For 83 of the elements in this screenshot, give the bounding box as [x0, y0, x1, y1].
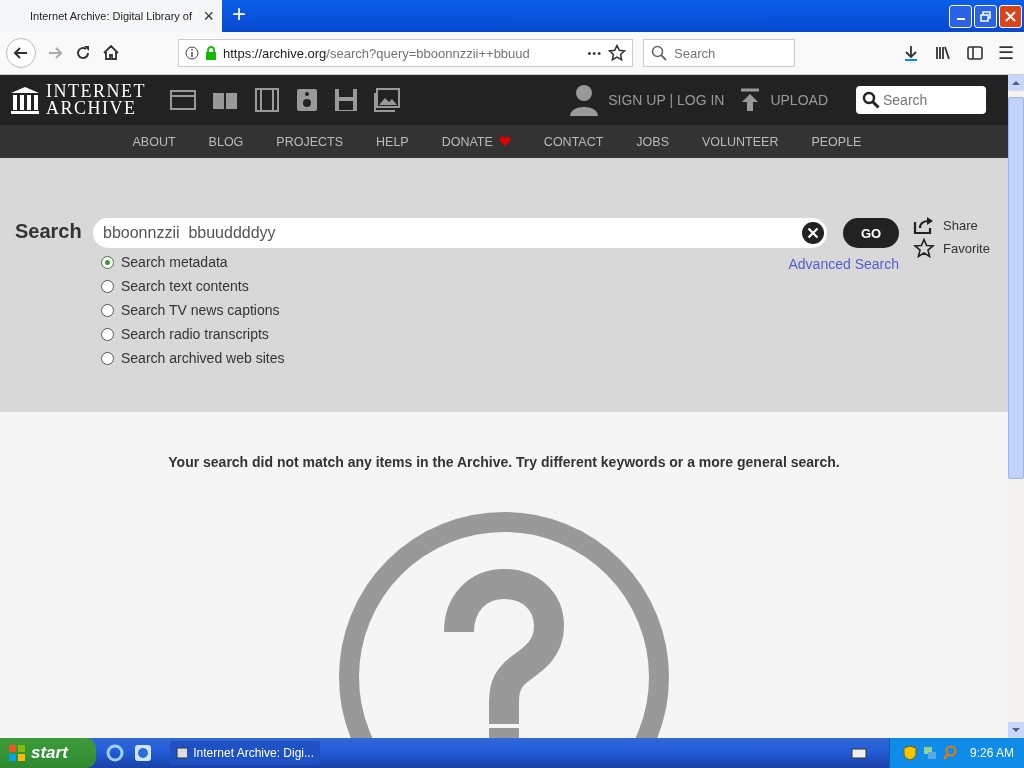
- window-icon: [176, 746, 188, 760]
- close-icon: [1005, 10, 1016, 22]
- library-icon[interactable]: [934, 44, 952, 62]
- sign-up-log-in-link[interactable]: SIGN UP | LOG IN: [608, 92, 725, 108]
- new-tab-button[interactable]: +: [222, 0, 256, 32]
- nav-link[interactable]: VOLUNTEER: [702, 134, 779, 149]
- query-field[interactable]: bboonnzzii bbuuddddyy: [93, 218, 827, 248]
- url-text: https://archive.org/search?query=bboonnzzii++bbuud: [223, 45, 531, 61]
- address-bar[interactable]: https://archive.org/search?query=bboonnzzii++bbuud •••: [178, 39, 633, 67]
- nav-link[interactable]: PEOPLE: [811, 134, 862, 149]
- tab-close-button[interactable]: ×: [203, 5, 214, 27]
- site-logo[interactable]: INTERNET ARCHIVE: [10, 83, 146, 117]
- nav-link[interactable]: DONATE: [441, 134, 493, 149]
- scroll-up-button[interactable]: [1008, 75, 1024, 91]
- option-label[interactable]: Search text contents: [121, 278, 249, 294]
- film-icon[interactable]: [254, 88, 280, 112]
- reload-icon[interactable]: [74, 44, 92, 62]
- taskbar-button[interactable]: Internet Archive: Digi...: [170, 741, 320, 765]
- option-label[interactable]: Search archived web sites: [121, 350, 285, 366]
- download-icon[interactable]: [902, 44, 920, 62]
- radio-button[interactable]: [101, 351, 114, 365]
- image-icon[interactable]: [374, 88, 400, 112]
- lock-icon: [205, 46, 217, 60]
- shield-icon[interactable]: [901, 745, 918, 761]
- home-icon[interactable]: [102, 44, 120, 62]
- site-search-field[interactable]: Search: [856, 86, 986, 114]
- search-heading: Search: [15, 220, 83, 243]
- option-label[interactable]: Search TV news captions: [121, 302, 280, 318]
- radio-button[interactable]: [101, 303, 114, 317]
- speaker-icon[interactable]: [296, 88, 318, 112]
- down-arrow-icon: [1012, 727, 1020, 733]
- share-link[interactable]: Share: [943, 217, 978, 233]
- nav-link[interactable]: CONTACT: [543, 134, 604, 149]
- temple-icon: [10, 85, 40, 115]
- search-icon: [651, 45, 667, 61]
- radio-button[interactable]: [101, 327, 114, 341]
- browser-search-field[interactable]: Search: [643, 39, 795, 67]
- minimize-icon: [956, 18, 965, 20]
- favorite-link[interactable]: Favorite: [943, 240, 990, 256]
- user-icon[interactable]: [570, 84, 599, 116]
- keyboard-icon[interactable]: [850, 747, 867, 759]
- tab-title: Internet Archive: Digital Library of: [30, 10, 194, 22]
- info-icon: [185, 46, 199, 60]
- advanced-search-link[interactable]: Advanced Search: [788, 256, 899, 366]
- close-button[interactable]: [999, 4, 1022, 28]
- upload-link[interactable]: UPLOAD: [770, 92, 828, 108]
- up-arrow-icon: [1012, 80, 1020, 86]
- radio-button[interactable]: [101, 279, 114, 293]
- star-icon[interactable]: [913, 238, 935, 258]
- logo-text: INTERNET: [46, 83, 146, 100]
- page-actions-button[interactable]: •••: [587, 47, 602, 59]
- back-button[interactable]: [6, 38, 36, 68]
- search-icon: [862, 91, 880, 109]
- browser-icon[interactable]: [106, 744, 124, 762]
- no-results-message: Your search did not match any items in the Archive. Try different keywords or a more general search.: [168, 454, 840, 470]
- start-button[interactable]: start: [0, 738, 96, 768]
- web-icon[interactable]: [170, 89, 196, 111]
- restore-icon: [980, 10, 991, 22]
- sidebar-icon[interactable]: [966, 44, 984, 62]
- scroll-down-button[interactable]: [1008, 722, 1024, 738]
- share-icon[interactable]: [913, 216, 935, 234]
- option-label[interactable]: Search metadata: [121, 254, 228, 270]
- nav-link[interactable]: ABOUT: [132, 134, 176, 149]
- windows-flag-icon: [8, 744, 26, 762]
- nav-link[interactable]: JOBS: [636, 134, 669, 149]
- browser-tab[interactable]: Internet Archive: Digital Library of ×: [0, 0, 222, 32]
- bookmark-star-icon[interactable]: [608, 44, 626, 62]
- upload-icon[interactable]: [740, 88, 761, 112]
- clock: 9:26 AM: [969, 746, 1014, 760]
- option-label[interactable]: Search radio transcripts: [121, 326, 269, 342]
- logo-text: ARCHIVE: [46, 100, 138, 117]
- scroll-thumb[interactable]: [1008, 97, 1024, 479]
- scrollbar[interactable]: [1008, 75, 1024, 738]
- clear-icon[interactable]: [802, 222, 824, 244]
- radio-button[interactable]: [101, 255, 114, 269]
- restore-button[interactable]: [974, 4, 997, 28]
- floppy-icon[interactable]: [334, 88, 358, 112]
- go-button[interactable]: GO: [843, 218, 899, 248]
- nav-link[interactable]: PROJECTS: [276, 134, 344, 149]
- minimize-button[interactable]: [949, 4, 972, 28]
- nav-link[interactable]: HELP: [376, 134, 409, 149]
- menu-button[interactable]: ☰: [998, 42, 1014, 64]
- nav-link[interactable]: BLOG: [208, 134, 244, 149]
